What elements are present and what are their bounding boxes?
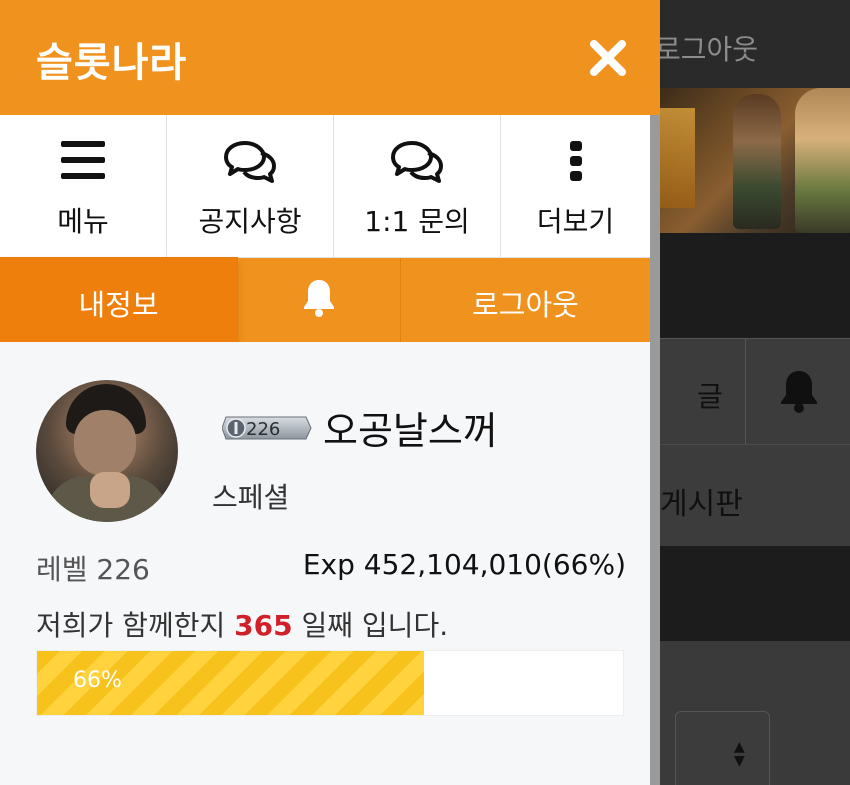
- background-button-row: 글: [655, 338, 850, 445]
- drawer-scrollbar[interactable]: [650, 115, 660, 785]
- side-drawer: 슬롯나라 메뉴 공지사항 1:1 문의 더보기 내정보 로그아웃 226 오공날…: [0, 0, 650, 785]
- background-bottom-area: ▲ ▼: [655, 641, 850, 785]
- level-badge-number: 226: [246, 419, 280, 440]
- days-count: 365: [234, 609, 293, 642]
- vertical-dots-icon: [569, 141, 582, 181]
- exp-progress-label: 66%: [73, 668, 122, 693]
- background-board-text: 게시판: [660, 487, 743, 522]
- quick-menu: 메뉴 공지사항 1:1 문의 더보기: [0, 115, 650, 258]
- close-icon: [590, 40, 626, 76]
- exp-progress-bar: 66%: [36, 650, 624, 716]
- tab-notifications[interactable]: [237, 258, 400, 342]
- exp-text: Exp 452,104,010(66%): [302, 548, 626, 581]
- chat-bubbles-icon: [391, 141, 443, 183]
- select-arrows-icon: ▲ ▼: [734, 739, 745, 769]
- quick-notice-label: 공지사항: [198, 205, 302, 238]
- days-prefix: 저희가 함께한지: [36, 609, 226, 642]
- background-bell-icon: [777, 367, 821, 417]
- tab-logout[interactable]: 로그아웃: [401, 258, 650, 342]
- hamburger-icon: [61, 141, 105, 179]
- avatar[interactable]: [36, 380, 178, 522]
- nickname: 오공날스꺼: [323, 409, 498, 453]
- background-logout-link: 로그아웃: [655, 33, 759, 66]
- background-row-text: 글: [697, 380, 723, 413]
- tab-my-info-label: 내정보: [78, 288, 159, 322]
- background-select: ▲ ▼: [675, 711, 770, 785]
- background-gap: [655, 233, 850, 338]
- drawer-header: 슬롯나라: [0, 0, 650, 115]
- level-badge: 226: [222, 416, 312, 440]
- exp-progress-fill: 66%: [37, 651, 424, 715]
- bell-icon: [303, 280, 334, 317]
- quick-more-button[interactable]: 더보기: [501, 115, 650, 258]
- days-together-text: 저희가 함께한지 365 일째 입니다.: [36, 604, 448, 644]
- site-title: 슬롯나라: [36, 40, 188, 86]
- quick-notice-button[interactable]: 공지사항: [167, 115, 334, 258]
- quick-menu-button[interactable]: 메뉴: [0, 115, 167, 258]
- quick-inquiry-label: 1:1 문의: [364, 205, 470, 238]
- quick-menu-label: 메뉴: [57, 205, 109, 238]
- level-text: 레벨 226: [36, 553, 150, 586]
- chat-bubbles-icon: [224, 141, 276, 183]
- background-banner-image: [655, 88, 850, 233]
- days-suffix: 일째 입니다.: [301, 609, 449, 642]
- quick-more-label: 더보기: [536, 205, 615, 238]
- quick-inquiry-button[interactable]: 1:1 문의: [334, 115, 501, 258]
- profile-panel: 226 오공날스꺼 스페셜 레벨 226 Exp 452,104,010(66%…: [0, 342, 650, 785]
- background-gap-2: [655, 546, 850, 641]
- drawer-edge-top: [650, 0, 660, 115]
- tab-my-info[interactable]: 내정보: [0, 258, 237, 342]
- member-grade: 스페셜: [212, 481, 290, 514]
- close-button[interactable]: [588, 38, 628, 78]
- background-board-row: 게시판: [655, 444, 850, 546]
- tab-logout-label: 로그아웃: [472, 288, 579, 322]
- account-tabs: 내정보 로그아웃: [0, 258, 650, 342]
